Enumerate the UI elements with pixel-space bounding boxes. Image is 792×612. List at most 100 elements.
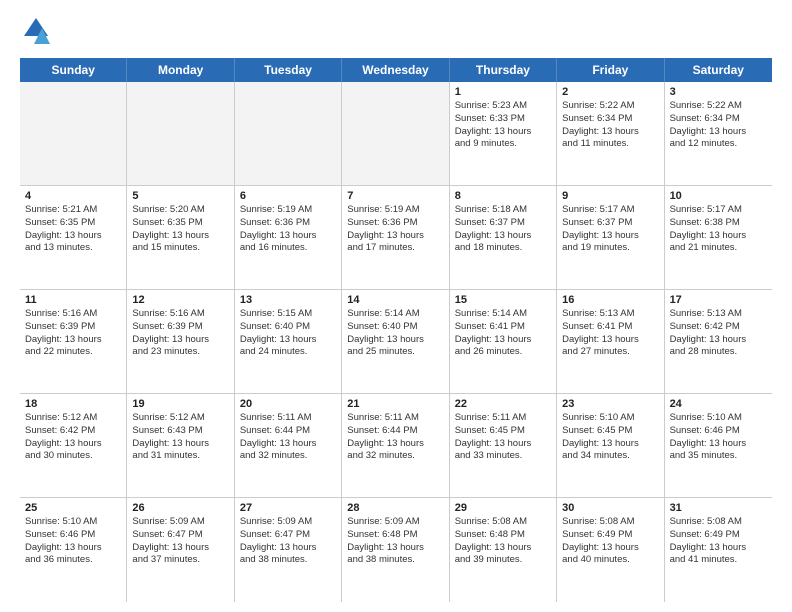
calendar: SundayMondayTuesdayWednesdayThursdayFrid… [20,58,772,602]
day-number: 27 [240,502,336,514]
header [20,16,772,48]
calendar-cell: 18 Sunrise: 5:12 AM Sunset: 6:42 PM Dayli… [20,394,127,497]
day-info: Sunrise: 5:20 AM Sunset: 6:35 PM Dayligh… [132,204,228,255]
day-number: 25 [25,502,121,514]
calendar-cell: 19 Sunrise: 5:12 AM Sunset: 6:43 PM Dayli… [127,394,234,497]
day-info: Sunrise: 5:17 AM Sunset: 6:37 PM Dayligh… [562,204,658,255]
header-day-wednesday: Wednesday [342,58,449,82]
page: SundayMondayTuesdayWednesdayThursdayFrid… [0,0,792,612]
day-number: 18 [25,398,121,410]
day-number: 7 [347,190,443,202]
day-number: 30 [562,502,658,514]
calendar-cell: 30 Sunrise: 5:08 AM Sunset: 6:49 PM Dayli… [557,498,664,602]
day-number: 31 [670,502,767,514]
header-day-saturday: Saturday [665,58,772,82]
day-info: Sunrise: 5:17 AM Sunset: 6:38 PM Dayligh… [670,204,767,255]
header-day-thursday: Thursday [450,58,557,82]
day-number: 21 [347,398,443,410]
calendar-cell: 28 Sunrise: 5:09 AM Sunset: 6:48 PM Dayli… [342,498,449,602]
day-number: 2 [562,86,658,98]
calendar-cell [235,82,342,185]
calendar-cell: 22 Sunrise: 5:11 AM Sunset: 6:45 PM Dayli… [450,394,557,497]
calendar-cell: 15Sunrise: 5:14 AM Sunset: 6:41 PM Dayli… [450,290,557,393]
day-info: Sunrise: 5:22 AM Sunset: 6:34 PM Dayligh… [562,100,658,151]
calendar-cell: 29 Sunrise: 5:08 AM Sunset: 6:48 PM Dayli… [450,498,557,602]
calendar-row-1: 4 Sunrise: 5:21 AM Sunset: 6:35 PM Daylig… [20,186,772,290]
day-info: Sunrise: 5:08 AM Sunset: 6:48 PM Dayligh… [455,516,551,567]
day-number: 1 [455,86,551,98]
calendar-cell: 10 Sunrise: 5:17 AM Sunset: 6:38 PM Dayli… [665,186,772,289]
calendar-cell: 23 Sunrise: 5:10 AM Sunset: 6:45 PM Dayli… [557,394,664,497]
logo [20,16,56,48]
calendar-cell: 8 Sunrise: 5:18 AM Sunset: 6:37 PM Daylig… [450,186,557,289]
day-info: Sunrise: 5:16 AM Sunset: 6:39 PM Dayligh… [132,308,228,359]
day-number: 28 [347,502,443,514]
day-info: Sunrise: 5:18 AM Sunset: 6:37 PM Dayligh… [455,204,551,255]
calendar-cell: 25 Sunrise: 5:10 AM Sunset: 6:46 PM Dayli… [20,498,127,602]
calendar-cell: 14Sunrise: 5:14 AM Sunset: 6:40 PM Dayli… [342,290,449,393]
calendar-cell: 24Sunrise: 5:10 AM Sunset: 6:46 PM Dayli… [665,394,772,497]
header-day-sunday: Sunday [20,58,127,82]
day-info: Sunrise: 5:13 AM Sunset: 6:42 PM Dayligh… [670,308,767,359]
calendar-cell: 3 Sunrise: 5:22 AM Sunset: 6:34 PM Daylig… [665,82,772,185]
day-info: Sunrise: 5:21 AM Sunset: 6:35 PM Dayligh… [25,204,121,255]
calendar-row-3: 18 Sunrise: 5:12 AM Sunset: 6:42 PM Dayli… [20,394,772,498]
day-info: Sunrise: 5:16 AM Sunset: 6:39 PM Dayligh… [25,308,121,359]
day-number: 10 [670,190,767,202]
day-info: Sunrise: 5:09 AM Sunset: 6:48 PM Dayligh… [347,516,443,567]
day-info: Sunrise: 5:08 AM Sunset: 6:49 PM Dayligh… [670,516,767,567]
header-day-friday: Friday [557,58,664,82]
header-day-monday: Monday [127,58,234,82]
calendar-cell: 27 Sunrise: 5:09 AM Sunset: 6:47 PM Dayli… [235,498,342,602]
logo-icon [20,16,52,48]
day-number: 12 [132,294,228,306]
calendar-cell: 21 Sunrise: 5:11 AM Sunset: 6:44 PM Dayli… [342,394,449,497]
calendar-cell: 31 Sunrise: 5:08 AM Sunset: 6:49 PM Dayli… [665,498,772,602]
day-number: 26 [132,502,228,514]
calendar-cell: 6 Sunrise: 5:19 AM Sunset: 6:36 PM Daylig… [235,186,342,289]
day-info: Sunrise: 5:11 AM Sunset: 6:44 PM Dayligh… [240,412,336,463]
calendar-cell: 12 Sunrise: 5:16 AM Sunset: 6:39 PM Dayli… [127,290,234,393]
day-info: Sunrise: 5:23 AM Sunset: 6:33 PM Dayligh… [455,100,551,151]
calendar-body: 1 Sunrise: 5:23 AM Sunset: 6:33 PM Daylig… [20,82,772,602]
day-info: Sunrise: 5:14 AM Sunset: 6:40 PM Dayligh… [347,308,443,359]
calendar-cell: 16Sunrise: 5:13 AM Sunset: 6:41 PM Dayli… [557,290,664,393]
calendar-cell: 5 Sunrise: 5:20 AM Sunset: 6:35 PM Daylig… [127,186,234,289]
day-info: Sunrise: 5:14 AM Sunset: 6:41 PM Dayligh… [455,308,551,359]
day-number: 29 [455,502,551,514]
day-info: Sunrise: 5:08 AM Sunset: 6:49 PM Dayligh… [562,516,658,567]
day-info: Sunrise: 5:12 AM Sunset: 6:42 PM Dayligh… [25,412,121,463]
calendar-cell: 17Sunrise: 5:13 AM Sunset: 6:42 PM Dayli… [665,290,772,393]
calendar-cell: 13 Sunrise: 5:15 AM Sunset: 6:40 PM Dayli… [235,290,342,393]
calendar-cell: 26Sunrise: 5:09 AM Sunset: 6:47 PM Dayli… [127,498,234,602]
day-info: Sunrise: 5:15 AM Sunset: 6:40 PM Dayligh… [240,308,336,359]
day-info: Sunrise: 5:10 AM Sunset: 6:45 PM Dayligh… [562,412,658,463]
calendar-cell [127,82,234,185]
day-number: 13 [240,294,336,306]
day-number: 8 [455,190,551,202]
day-info: Sunrise: 5:11 AM Sunset: 6:45 PM Dayligh… [455,412,551,463]
calendar-cell: 7 Sunrise: 5:19 AM Sunset: 6:36 PM Daylig… [342,186,449,289]
day-info: Sunrise: 5:19 AM Sunset: 6:36 PM Dayligh… [347,204,443,255]
day-info: Sunrise: 5:11 AM Sunset: 6:44 PM Dayligh… [347,412,443,463]
calendar-row-2: 11Sunrise: 5:16 AM Sunset: 6:39 PM Dayli… [20,290,772,394]
calendar-cell: 11Sunrise: 5:16 AM Sunset: 6:39 PM Dayli… [20,290,127,393]
day-info: Sunrise: 5:22 AM Sunset: 6:34 PM Dayligh… [670,100,767,151]
day-number: 3 [670,86,767,98]
day-info: Sunrise: 5:19 AM Sunset: 6:36 PM Dayligh… [240,204,336,255]
day-number: 19 [132,398,228,410]
day-info: Sunrise: 5:10 AM Sunset: 6:46 PM Dayligh… [25,516,121,567]
day-number: 5 [132,190,228,202]
day-number: 16 [562,294,658,306]
calendar-cell [20,82,127,185]
calendar-cell: 1 Sunrise: 5:23 AM Sunset: 6:33 PM Daylig… [450,82,557,185]
calendar-header: SundayMondayTuesdayWednesdayThursdayFrid… [20,58,772,82]
calendar-cell: 4 Sunrise: 5:21 AM Sunset: 6:35 PM Daylig… [20,186,127,289]
day-number: 22 [455,398,551,410]
day-number: 4 [25,190,121,202]
day-number: 6 [240,190,336,202]
day-number: 23 [562,398,658,410]
day-info: Sunrise: 5:12 AM Sunset: 6:43 PM Dayligh… [132,412,228,463]
calendar-cell: 2 Sunrise: 5:22 AM Sunset: 6:34 PM Daylig… [557,82,664,185]
day-info: Sunrise: 5:09 AM Sunset: 6:47 PM Dayligh… [240,516,336,567]
